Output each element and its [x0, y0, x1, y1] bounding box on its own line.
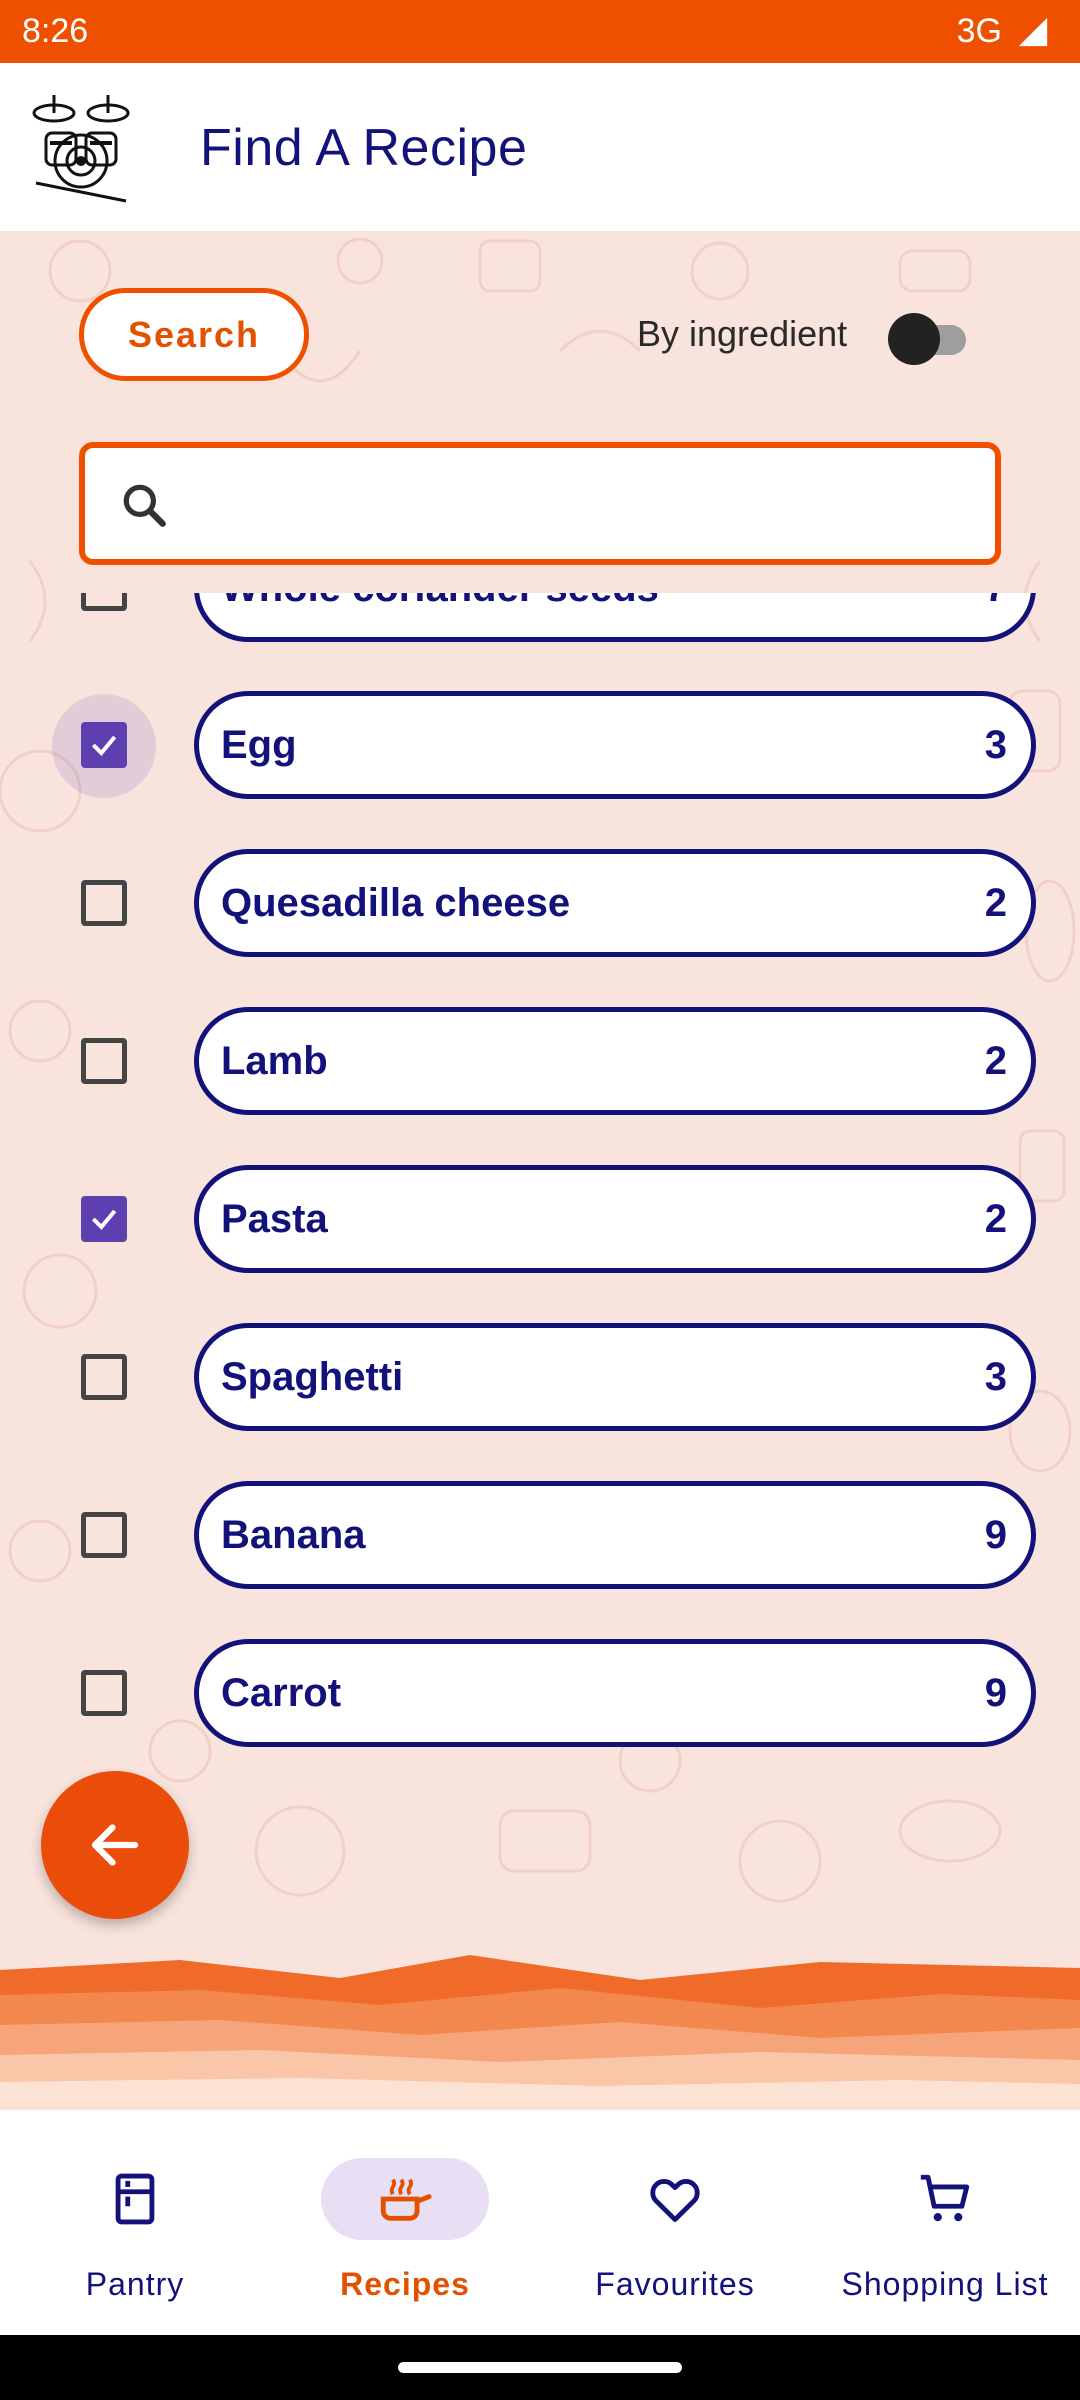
ingredient-name: Whole coriander seeds	[221, 593, 659, 611]
nav-shopping-list[interactable]: Shopping List	[810, 2110, 1080, 2335]
nav-icon-container	[591, 2158, 759, 2240]
toggle-thumb	[888, 313, 940, 365]
nav-icon-container	[321, 2158, 489, 2240]
bottom-navigation: Pantry Recipes Favourites Shopping List	[0, 2110, 1080, 2335]
signal-icon	[1018, 17, 1048, 46]
cart-icon	[920, 2174, 970, 2222]
wave-decoration	[0, 1955, 1080, 2110]
heart-icon	[650, 2179, 700, 2222]
nav-label: Favourites	[595, 2266, 755, 2302]
list-item[interactable]: Whole coriander seeds 7	[0, 593, 1080, 642]
nav-icon-container	[861, 2158, 1029, 2240]
nav-label: Pantry	[85, 2266, 185, 2302]
nav-label: Recipes	[340, 2266, 470, 2302]
drum-kit-logo	[32, 95, 130, 203]
app-bar: Find A Recipe	[0, 63, 1080, 231]
search-button[interactable]: Search	[79, 288, 309, 381]
search-input[interactable]	[79, 442, 1001, 565]
by-ingredient-toggle[interactable]	[888, 310, 970, 365]
status-indicators: 3G	[957, 12, 1050, 51]
home-gesture-handle[interactable]	[398, 2362, 682, 2373]
nav-pantry[interactable]: Pantry	[0, 2110, 270, 2335]
search-icon	[123, 484, 166, 527]
status-bar: 8:26 3G	[0, 0, 1080, 63]
nav-favourites[interactable]: Favourites	[540, 2110, 810, 2335]
pantry-icon	[115, 2173, 155, 2225]
status-time: 8:26	[22, 12, 89, 50]
system-navigation-bar	[0, 2335, 1080, 2400]
nav-label: Shopping List	[841, 2266, 1049, 2302]
by-ingredient-label: By ingredient	[637, 313, 848, 354]
checkbox[interactable]	[81, 593, 127, 611]
nav-recipes[interactable]: Recipes	[270, 2110, 540, 2335]
ingredient-count: 7	[985, 593, 1007, 611]
ingredient-pill[interactable]: Whole coriander seeds 7	[194, 593, 1036, 642]
page-title: Find A Recipe	[200, 119, 528, 177]
nav-icon-container	[51, 2158, 219, 2240]
cooking-pot-icon	[380, 2178, 432, 2221]
network-type: 3G	[956, 12, 1002, 50]
arrow-left-icon	[91, 1824, 139, 1866]
back-fab[interactable]	[41, 1771, 189, 1919]
